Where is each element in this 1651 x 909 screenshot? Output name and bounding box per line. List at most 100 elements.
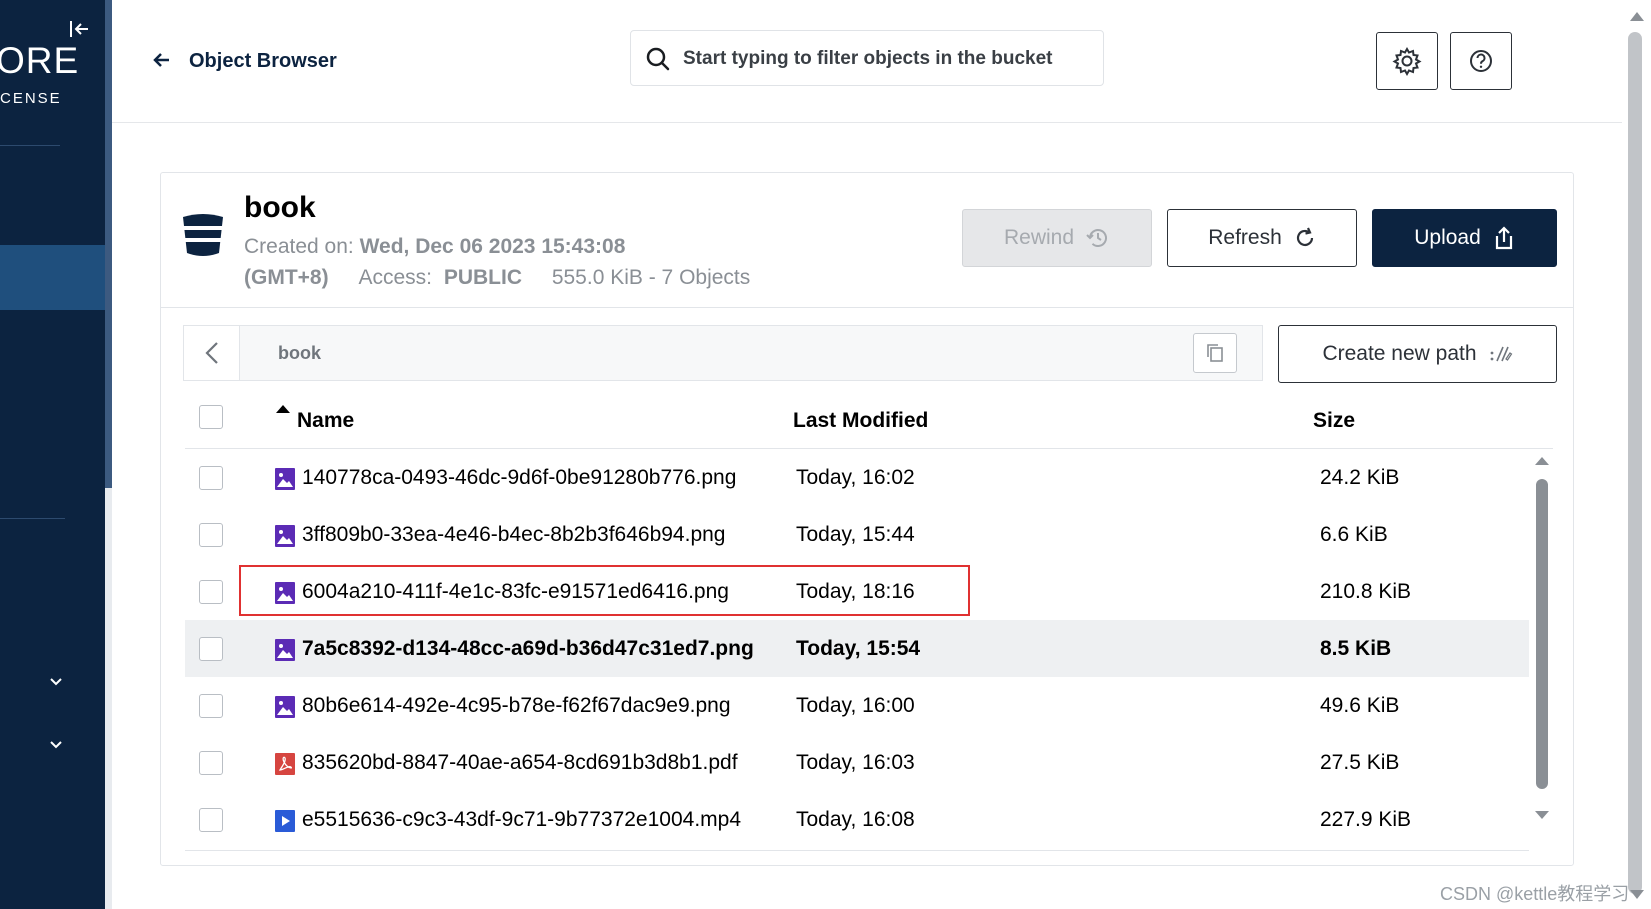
file-size: 49.6 KiB (1320, 694, 1400, 717)
settings-button[interactable] (1376, 32, 1438, 90)
created-label: Created on: (244, 235, 354, 258)
file-name: 835620bd-8847-40ae-a654-8cd691b3d8b1.pdf (302, 751, 738, 774)
file-name: 140778ca-0493-46dc-9d6f-0be91280b776.png (302, 466, 737, 489)
table-row[interactable]: 3ff809b0-33ea-4e46-b4ec-8b2b3f646b94.png… (185, 506, 1529, 566)
help-button[interactable] (1450, 32, 1512, 90)
file-name: 80b6e614-492e-4c95-b78e-f62f67dac9e9.png (302, 694, 731, 717)
file-size: 8.5 KiB (1320, 637, 1392, 660)
file-size: 27.5 KiB (1320, 751, 1400, 774)
create-new-path-button[interactable]: Create new path (1278, 325, 1557, 383)
search-input[interactable] (683, 45, 1093, 73)
copy-path-button[interactable] (1193, 333, 1237, 373)
row-checkbox[interactable] (199, 694, 223, 718)
page-scrollbar[interactable] (1622, 0, 1651, 909)
sidebar: ORE CENSE (0, 0, 105, 909)
column-header-size[interactable]: Size (1313, 409, 1355, 433)
brand-license-text: CENSE (0, 90, 62, 107)
upload-label: Upload (1414, 226, 1481, 249)
bucket-icon (182, 214, 224, 256)
sidebar-divider (0, 145, 60, 146)
row-checkbox[interactable] (199, 751, 223, 775)
create-path-label: Create new path (1322, 342, 1477, 365)
bucket-details: (GMT+8) Access: PUBLIC 555.0 KiB - 7 Obj… (244, 266, 750, 290)
created-value: Wed, Dec 06 2023 15:43:08 (359, 235, 626, 258)
video-file-icon (275, 810, 295, 832)
sidebar-item-active[interactable] (0, 245, 105, 310)
header: Object Browser (112, 0, 1622, 123)
new-path-icon (1490, 346, 1512, 362)
path-bar: book (183, 325, 1263, 381)
bucket-name: book (244, 191, 316, 224)
bucket-created: Created on: Wed, Dec 06 2023 15:43:08 (244, 235, 625, 259)
pdf-file-icon (275, 753, 295, 775)
chevron-down-icon[interactable] (44, 733, 68, 757)
table-scrollbar[interactable] (1531, 449, 1553, 849)
file-size: 24.2 KiB (1320, 466, 1400, 489)
page-title[interactable]: Object Browser (189, 50, 337, 73)
refresh-button[interactable]: Refresh (1167, 209, 1357, 267)
table-row[interactable]: 140778ca-0493-46dc-9d6f-0be91280b776.png… (185, 449, 1529, 509)
sort-ascending-icon[interactable] (276, 405, 290, 413)
search-icon (646, 47, 670, 71)
brand-logo-text: ORE (0, 40, 80, 81)
file-last-modified: Today, 15:54 (796, 637, 921, 660)
image-file-icon (275, 468, 295, 490)
highlight-annotation (239, 565, 970, 616)
row-checkbox[interactable] (199, 580, 223, 604)
file-last-modified: Today, 16:00 (796, 694, 915, 717)
arrow-left-icon[interactable] (152, 50, 172, 70)
rewind-button[interactable]: Rewind (962, 209, 1152, 267)
file-last-modified: Today, 16:03 (796, 751, 915, 774)
chevron-left-icon (204, 342, 218, 364)
file-last-modified: Today, 16:02 (796, 466, 915, 489)
table-header: Name Last Modified Size (185, 391, 1553, 449)
image-file-icon (275, 525, 295, 547)
bucket-panel: book Created on: Wed, Dec 06 2023 15:43:… (160, 172, 1574, 866)
row-checkbox[interactable] (199, 808, 223, 832)
search-box[interactable] (630, 30, 1104, 86)
sidebar-scroll-thumb[interactable] (105, 0, 112, 488)
sidebar-divider (0, 518, 65, 519)
file-last-modified: Today, 16:08 (796, 808, 915, 831)
row-checkbox[interactable] (199, 523, 223, 547)
path-back-button[interactable] (184, 326, 240, 380)
rewind-label: Rewind (1003, 226, 1075, 249)
image-file-icon (275, 696, 295, 718)
table-scroll-thumb[interactable] (1536, 479, 1548, 789)
file-size: 6.6 KiB (1320, 523, 1388, 546)
table-row[interactable]: 7a5c8392-d134-48cc-a69d-b36d47c31ed7.png… (185, 620, 1529, 680)
table-row[interactable]: 80b6e614-492e-4c95-b78e-f62f67dac9e9.png… (185, 677, 1529, 737)
refresh-icon (1296, 227, 1313, 247)
access-value: PUBLIC (443, 266, 522, 289)
image-file-icon (275, 639, 295, 661)
refresh-label: Refresh (1208, 226, 1282, 249)
row-checkbox[interactable] (199, 637, 223, 661)
column-header-last-modified[interactable]: Last Modified (793, 409, 928, 433)
upload-button[interactable]: Upload (1372, 209, 1557, 267)
access-label: Access: (358, 266, 432, 289)
file-size: 227.9 KiB (1320, 808, 1412, 831)
row-checkbox[interactable] (199, 466, 223, 490)
scroll-down-icon[interactable] (1630, 890, 1644, 899)
bucket-usage: 555.0 KiB - 7 Objects (551, 266, 751, 289)
file-size: 210.8 KiB (1320, 580, 1412, 603)
gear-icon (1392, 46, 1422, 77)
breadcrumb[interactable]: book (278, 343, 321, 364)
page-scroll-thumb[interactable] (1628, 32, 1642, 894)
collapse-left-icon[interactable] (68, 18, 90, 40)
column-header-name[interactable]: Name (297, 409, 354, 433)
timezone-value: (GMT+8) (244, 266, 329, 289)
table-row[interactable]: e5515636-c9c3-43df-9c71-9b77372e1004.mp4… (185, 791, 1529, 851)
select-all-checkbox[interactable] (199, 405, 223, 429)
panel-divider (161, 307, 1573, 308)
scroll-up-icon[interactable] (1630, 12, 1644, 21)
chevron-down-icon[interactable] (44, 670, 68, 694)
history-icon (1086, 229, 1108, 247)
file-name: 3ff809b0-33ea-4e46-b4ec-8b2b3f646b94.png (302, 523, 726, 546)
scroll-down-icon[interactable] (1535, 811, 1549, 819)
scroll-up-icon[interactable] (1535, 457, 1549, 465)
sidebar-scrollbar[interactable] (105, 0, 112, 909)
table-row[interactable]: 835620bd-8847-40ae-a654-8cd691b3d8b1.pdf… (185, 734, 1529, 794)
file-last-modified: Today, 15:44 (796, 523, 915, 546)
file-name: e5515636-c9c3-43df-9c71-9b77372e1004.mp4 (302, 808, 742, 831)
